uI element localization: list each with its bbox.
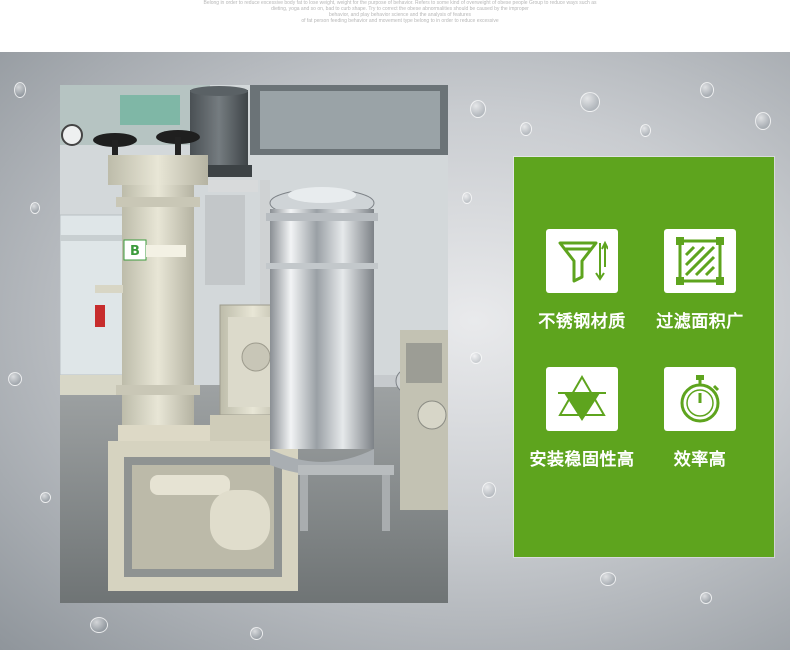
water-drop (482, 482, 496, 498)
feature-label: 安装稳固性高 (529, 450, 635, 470)
water-drop (30, 202, 40, 214)
stopwatch-icon (664, 367, 736, 431)
filter-equipment-illustration: B (60, 85, 448, 603)
water-drop (470, 100, 486, 118)
product-photo: B (60, 85, 448, 603)
feature-stable-install: 安装稳固性高 (522, 367, 642, 470)
badge-letter: B (130, 244, 140, 259)
header-text-block: Belong in order to reduce excessive body… (200, 0, 600, 24)
water-drop (755, 112, 771, 130)
filter-area-icon (664, 229, 736, 293)
water-drop (470, 352, 482, 364)
feature-panel: 不锈钢材质 过滤面积广 安装稳固性高 效率高 (514, 157, 774, 557)
feature-filter-area: 过滤面积广 (640, 229, 760, 332)
feature-label: 效率高 (673, 450, 727, 470)
feature-label: 过滤面积广 (656, 312, 744, 332)
feature-stainless-steel: 不锈钢材质 (522, 229, 642, 332)
feature-label: 不锈钢材质 (538, 312, 626, 332)
water-drop (640, 124, 651, 137)
water-drop (90, 617, 108, 633)
water-drop (600, 572, 616, 586)
water-drop (14, 82, 26, 98)
water-drop (580, 92, 600, 112)
header-line: of fat person feeding behavior and movem… (301, 18, 499, 24)
water-drop (700, 82, 714, 98)
feature-efficiency: 效率高 (640, 367, 760, 470)
water-drop (462, 192, 472, 204)
water-drop (40, 492, 51, 503)
water-drop (700, 592, 712, 604)
water-drop (520, 122, 532, 136)
stable-triangle-icon (546, 367, 618, 431)
water-drop (250, 627, 263, 640)
funnel-filter-icon (546, 229, 618, 293)
water-drop (8, 372, 22, 386)
header-strip: Belong in order to reduce excessive body… (0, 0, 790, 52)
